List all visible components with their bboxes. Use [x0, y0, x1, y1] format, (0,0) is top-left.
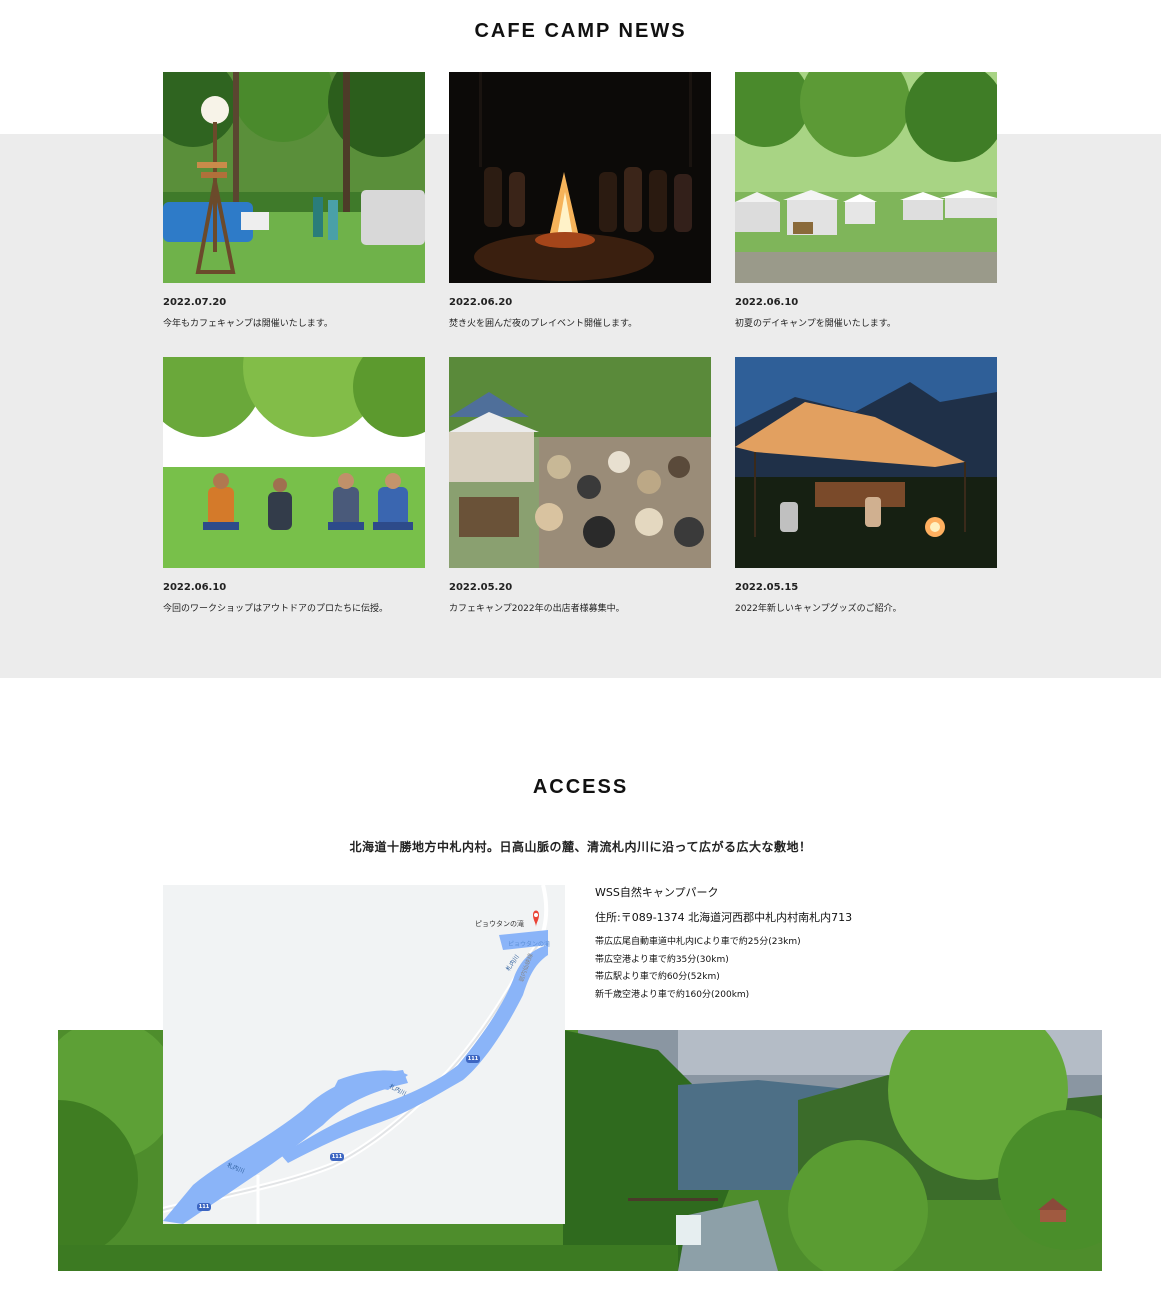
map-lake-label: ピョウタンの滝	[508, 941, 551, 948]
news-card[interactable]: 2022.05.15 2022年新しいキャンプグッズのご紹介。	[735, 357, 997, 617]
tent-market-photo[interactable]	[735, 72, 997, 283]
news-caption[interactable]: 初夏のデイキャンプを開催いたします。	[735, 316, 896, 329]
news-card[interactable]: 2022.06.10 今回のワークショップはアウトドアのプロたちに伝授。	[163, 357, 425, 617]
campsite-address: 住所:〒089-1374 北海道河西郡中札内村南札内713	[595, 911, 853, 924]
news-date: 2022.06.10	[735, 297, 799, 308]
route-directions: 新千歳空港より車で約160分(200km)	[595, 990, 750, 1000]
news-card[interactable]: 2022.06.10 初夏のデイキャンプを開催いたします。	[735, 72, 997, 332]
route-directions: 帯広空港より車で約35分(30km)	[595, 955, 729, 965]
news-caption[interactable]: カフェキャンプ2022年の出店者様募集中。	[449, 601, 625, 614]
route-badge: 111	[466, 1055, 480, 1063]
news-card[interactable]: 2022.06.20 焚き火を囲んだ夜のプレイベント開催します。	[449, 72, 711, 332]
access-map[interactable]: ピョウタンの滝 ピョウタンの滝 札内川 札内川 札内川 岩内仙峡線 111 11…	[163, 885, 565, 1224]
news-card[interactable]: 2022.05.20 カフェキャンプ2022年の出店者様募集中。	[449, 357, 711, 617]
news-date: 2022.06.20	[449, 297, 513, 308]
news-card[interactable]: 2022.07.20 今年もカフェキャンプは開催いたします。	[163, 72, 425, 332]
route-directions: 帯広広尾自動車道中札内ICより車で約25分(23km)	[595, 937, 801, 947]
night-bonfire-photo[interactable]	[449, 72, 711, 283]
news-section-title: CAFE CAMP NEWS	[474, 20, 687, 42]
people-in-chairs-photo[interactable]	[163, 357, 425, 568]
news-date: 2022.06.10	[163, 582, 227, 593]
map-pin-label[interactable]: ピョウタンの滝	[475, 919, 524, 929]
news-caption[interactable]: 今回のワークショップはアウトドアのプロたちに伝授。	[163, 601, 388, 614]
news-date: 2022.07.20	[163, 297, 227, 308]
evening-tarp-photo[interactable]	[735, 357, 997, 568]
news-caption[interactable]: 今年もカフェキャンプは開催いたします。	[163, 316, 333, 329]
route-badge: 111	[330, 1153, 344, 1161]
campsite-name: WSS自然キャンプパーク	[595, 886, 719, 899]
route-badge: 111	[197, 1203, 211, 1211]
access-lead-text: 北海道十勝地方中札内村。日高山脈の麓、清流札内川に沿って広がる広大な敷地！	[349, 840, 812, 854]
crowd-market-photo[interactable]	[449, 357, 711, 568]
news-date: 2022.05.15	[735, 582, 799, 593]
access-section-title: ACCESS	[532, 776, 629, 798]
news-caption[interactable]: 焚き火を囲んだ夜のプレイベント開催します。	[449, 316, 637, 329]
news-date: 2022.05.20	[449, 582, 513, 593]
route-directions: 帯広駅より車で約60分(52km)	[595, 972, 720, 982]
news-caption[interactable]: 2022年新しいキャンプグッズのご紹介。	[735, 601, 902, 614]
jeep-campsite-photo[interactable]	[163, 72, 425, 283]
